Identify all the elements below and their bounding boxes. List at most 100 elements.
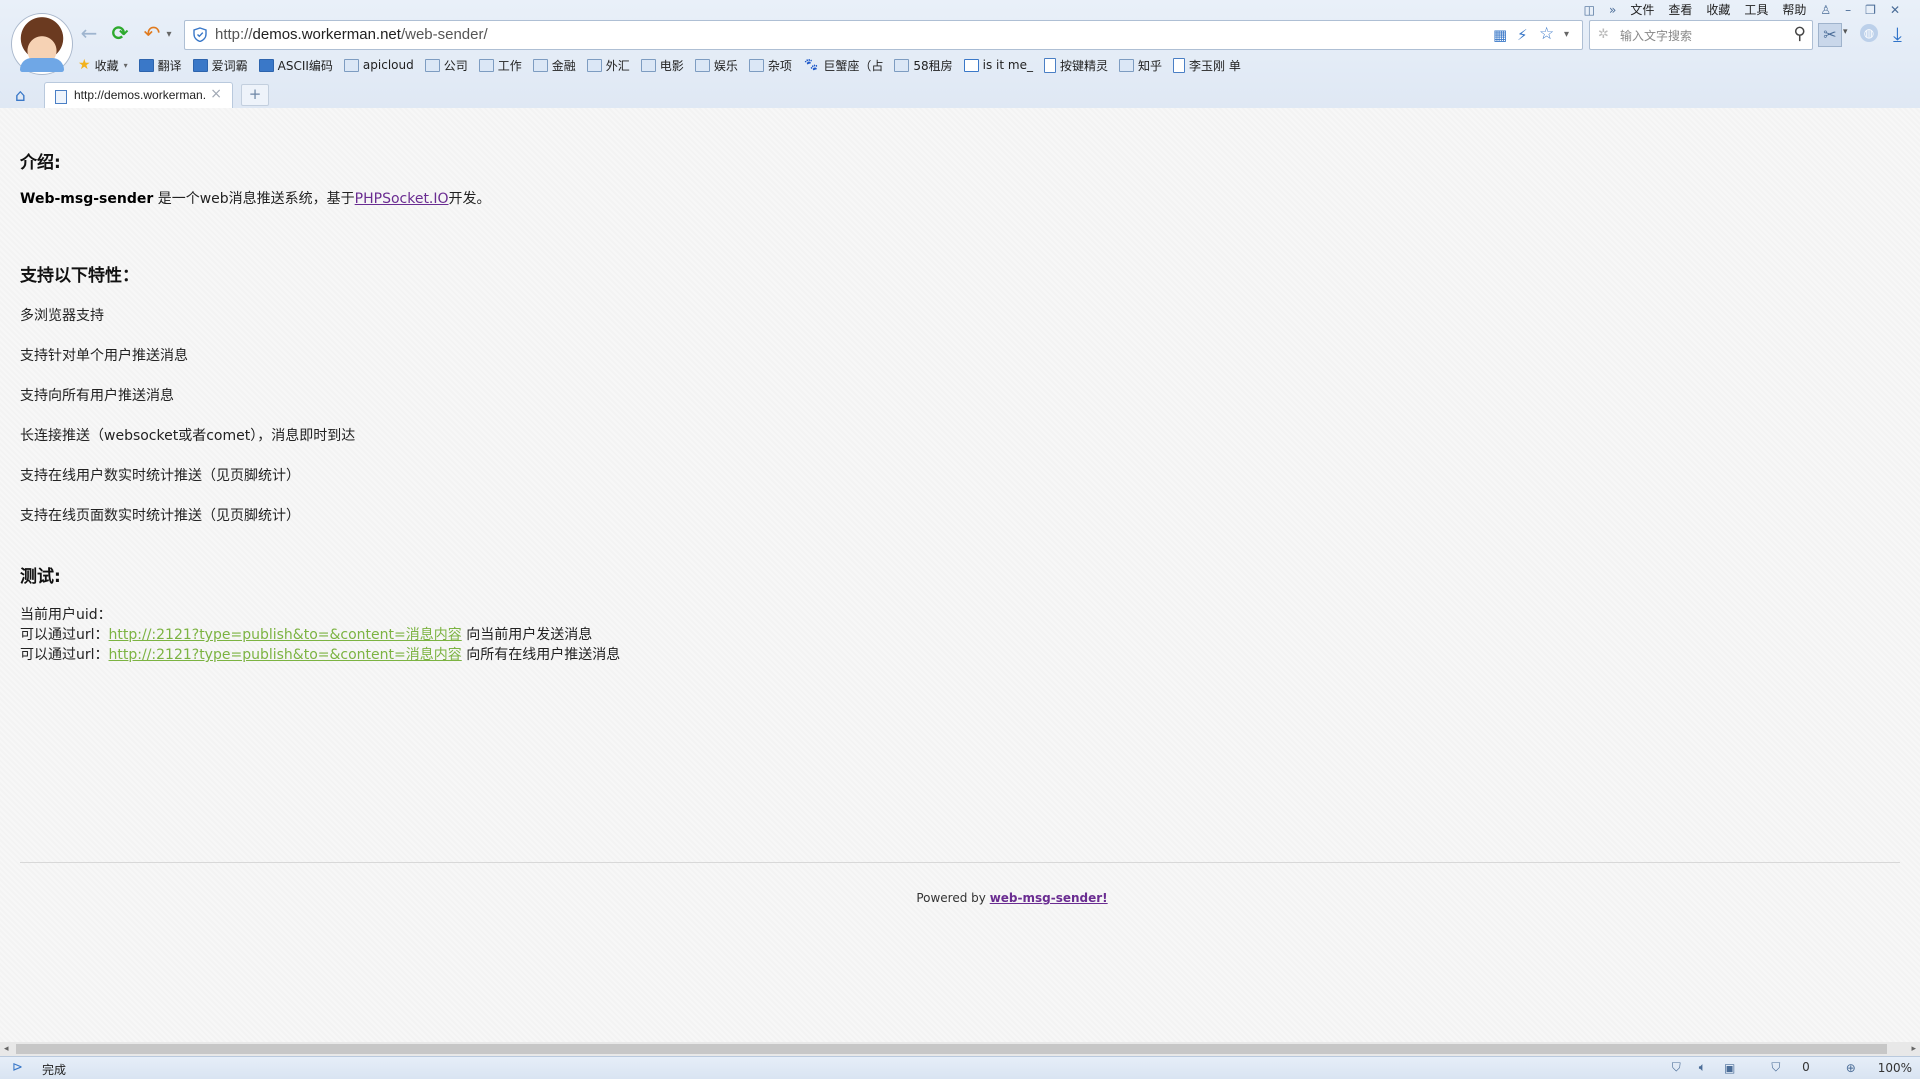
bookmark-item[interactable]: 娱乐 <box>694 57 738 74</box>
menu-tools[interactable]: 工具 <box>1744 1 1768 18</box>
scrollbar-thumb[interactable] <box>16 1044 1887 1054</box>
home-icon[interactable]: ⌂ <box>15 86 26 106</box>
status-bar: ⊳ 完成 ⛉ 🔈︎ ▣ ⛉ 0 ⊕ 100% <box>0 1056 1920 1079</box>
play-icon[interactable]: ⊳ <box>12 1060 23 1075</box>
url-host: demos.workerman.net <box>252 26 401 43</box>
search-icon[interactable]: ⚲ <box>1794 24 1806 44</box>
publish-link-current-user[interactable]: http://:2121?type=publish&to=&content=消息… <box>109 627 462 643</box>
minimize-icon[interactable]: – <box>1845 3 1851 17</box>
bookmark-label: is it me_ <box>982 58 1033 72</box>
search-engine-icon[interactable]: ✲ <box>1598 27 1609 42</box>
horizontal-scrollbar[interactable]: ◂ ▸ <box>0 1042 1920 1056</box>
tab-title: http://demos.workerman.net/web-sender/ <box>74 88 206 102</box>
search-box[interactable]: ✲ 输入文字搜索 ⚲ <box>1589 20 1813 50</box>
page-content: 介绍: Web-msg-sender 是一个web消息推送系统，基于PHPSoc… <box>0 108 1920 1042</box>
folder-icon <box>586 58 602 72</box>
bookmark-item[interactable]: 知乎 <box>1119 57 1162 74</box>
tab-active[interactable]: http://demos.workerman.net/web-sender/ × <box>44 82 233 109</box>
sidebar-toggle-icon[interactable]: ◫ <box>1584 3 1595 17</box>
skin-shirt-icon[interactable]: ♙ <box>1820 3 1831 17</box>
lightning-icon[interactable]: ⚡ <box>1517 26 1528 44</box>
bookmark-label: 工作 <box>497 58 522 73</box>
intro-bold-name: Web-msg-sender <box>20 191 154 207</box>
intro-text-1: 是一个web消息推送系统，基于 <box>153 191 355 207</box>
folder-icon <box>894 58 910 72</box>
screenshot-tool-dropdown[interactable]: ▾ <box>1843 27 1848 37</box>
menu-view[interactable]: 查看 <box>1668 1 1692 18</box>
bookmarks-bar: ★ 收藏 ▾ 翻译 爱词霸 ASCII编码 apicloud 公司 工作 金融 外汇 电影 娱乐 杂项 🐾︎… <box>78 56 1252 74</box>
bookmark-item[interactable]: ASCII编码 <box>258 57 333 74</box>
scroll-left-icon[interactable]: ◂ <box>4 1042 9 1056</box>
shield-icon[interactable]: ⛉ <box>1672 1060 1681 1075</box>
zoom-icon: ⊕ <box>1845 1060 1856 1075</box>
new-tab-button[interactable]: + <box>241 84 269 106</box>
feature-item: 长连接推送（websocket或者comet），消息即时到达 <box>20 428 356 444</box>
restore-window-icon[interactable]: ❐ <box>1865 3 1876 17</box>
toolbox-icon[interactable]: ▣ <box>1724 1061 1735 1075</box>
folder-icon <box>532 58 548 72</box>
screenshot-tool-button[interactable]: ✂ <box>1818 23 1842 47</box>
bookmark-item[interactable]: 工作 <box>478 57 522 74</box>
url-path: /web-sender/ <box>400 26 488 43</box>
security-shield-icon <box>193 27 207 42</box>
chevron-down-icon[interactable]: ▾ <box>1564 29 1569 40</box>
top-menu-bar: ◫ » 文件 查看 收藏 工具 帮助 ♙ – ❐ ✕ <box>1570 1 1900 18</box>
star-icon: ★ <box>78 57 91 73</box>
tab-close-icon[interactable]: × <box>210 86 222 102</box>
bookmark-item[interactable]: ★ 收藏 ▾ <box>78 57 128 74</box>
refresh-button[interactable]: ⟳ <box>109 22 131 44</box>
bookmark-item[interactable]: 按键精灵 <box>1043 57 1108 74</box>
bookmark-item[interactable]: is it me_ <box>963 58 1033 72</box>
test-line-1: 可以通过url：http://:2121?type=publish&to=&co… <box>20 624 592 644</box>
download-icon[interactable]: ⤓ <box>1893 22 1902 46</box>
bookmark-item[interactable]: 爱词霸 <box>192 57 248 74</box>
bookmark-item[interactable]: 翻译 <box>138 57 182 74</box>
scroll-right-icon[interactable]: ▸ <box>1911 1042 1916 1056</box>
undo-dropdown-button[interactable]: ▾ <box>163 24 175 46</box>
url-text[interactable]: http://demos.workerman.net/web-sender/ <box>215 26 488 43</box>
bookmark-item[interactable]: 杂项 <box>748 57 792 74</box>
qr-code-icon[interactable]: ▦ <box>1493 26 1507 44</box>
bookmark-item[interactable]: 公司 <box>424 57 468 74</box>
globe-icon[interactable]: ◍ <box>1860 24 1878 42</box>
address-bar[interactable]: http://demos.workerman.net/web-sender/ ▦… <box>184 20 1583 50</box>
menu-file[interactable]: 文件 <box>1630 1 1654 18</box>
refresh-icon: ⟳ <box>111 21 129 45</box>
publish-link-all-users[interactable]: http://:2121?type=publish&to=&content=消息… <box>109 647 462 663</box>
test-line-prefix: 可以通过url： <box>20 647 109 663</box>
bookmark-label: 爱词霸 <box>211 58 248 73</box>
user-avatar[interactable] <box>12 14 72 74</box>
bookmark-label: ASCII编码 <box>277 58 333 73</box>
undo-icon: ↶ <box>143 21 161 45</box>
intro-paragraph: Web-msg-sender 是一个web消息推送系统，基于PHPSocket.… <box>20 188 491 208</box>
bookmark-item[interactable]: 🐾︎ 巨蟹座（占 <box>803 57 884 74</box>
feature-item: 支持针对单个用户推送消息 <box>20 348 188 364</box>
folder-icon <box>1119 58 1134 72</box>
search-placeholder: 输入文字搜索 <box>1620 29 1693 43</box>
menu-help[interactable]: 帮助 <box>1782 1 1806 18</box>
speaker-icon[interactable]: 🔈︎ <box>1699 1060 1706 1075</box>
bookmark-item[interactable]: 58租房 <box>894 57 953 74</box>
adblock-count: 0 <box>1802 1060 1810 1074</box>
adblock-counter[interactable]: ⛉ 0 <box>1753 1060 1809 1075</box>
bookmark-item[interactable]: 金融 <box>532 57 576 74</box>
bookmark-item[interactable]: apicloud <box>343 58 414 72</box>
zoom-control[interactable]: ⊕ 100% <box>1828 1061 1912 1075</box>
paw-icon: 🐾︎ <box>802 57 820 73</box>
star-bookmark-icon[interactable]: ☆ <box>1539 24 1554 44</box>
phpsocketio-link[interactable]: PHPSocket.IO <box>355 191 449 207</box>
undo-close-tab-button[interactable]: ↶ <box>141 22 163 44</box>
chevron-down-icon: ▾ <box>123 60 128 70</box>
features-heading: 支持以下特性： <box>20 266 139 286</box>
feature-item: 支持向所有用户推送消息 <box>20 388 174 404</box>
double-chevron-icon[interactable]: » <box>1609 3 1616 17</box>
menu-favorites[interactable]: 收藏 <box>1706 1 1730 18</box>
bookmark-item[interactable]: 外汇 <box>586 57 630 74</box>
test-line-prefix: 可以通过url： <box>20 627 109 643</box>
back-button[interactable]: ← <box>78 22 100 44</box>
footer-link[interactable]: web-msg-sender! <box>990 891 1108 905</box>
page-icon <box>55 90 67 104</box>
bookmark-item[interactable]: 李玉刚 单 <box>1173 57 1241 74</box>
bookmark-item[interactable]: 电影 <box>640 57 684 74</box>
close-window-icon[interactable]: ✕ <box>1890 3 1900 17</box>
